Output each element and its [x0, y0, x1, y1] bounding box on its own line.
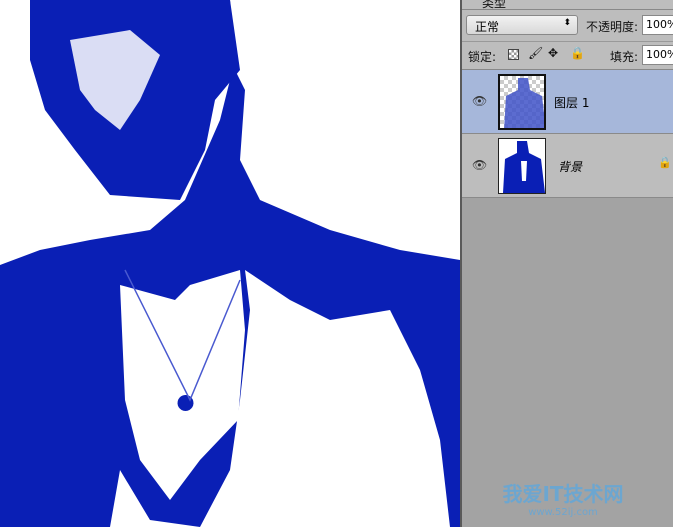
- layer-row-background[interactable]: 👁 背景 🔒: [462, 134, 673, 198]
- blend-mode-value: 正常: [475, 20, 500, 34]
- blend-row: 正常 ⬍ 不透明度: 100%: [462, 10, 673, 42]
- opacity-label: 不透明度:: [586, 20, 639, 34]
- canvas-image: [0, 0, 460, 527]
- layer-thumbnail: [498, 74, 546, 130]
- fill-label: 填充:: [610, 50, 639, 64]
- layer-row-layer1[interactable]: 👁 图层 1: [462, 70, 673, 134]
- layer-name[interactable]: 背景: [558, 158, 582, 175]
- opacity-input[interactable]: 100%: [642, 15, 673, 35]
- lock-icon: 🔒: [658, 156, 672, 169]
- eye-icon[interactable]: 👁: [472, 158, 487, 172]
- watermark-title: 我爱IT技术网: [502, 482, 624, 506]
- lock-label: 锁定:: [468, 50, 497, 64]
- blend-mode-select[interactable]: 正常 ⬍: [466, 15, 578, 35]
- updown-icon: ⬍: [563, 18, 571, 28]
- lock-all-icon[interactable]: 🔒: [570, 46, 585, 60]
- lock-move-icon[interactable]: ✥: [548, 46, 558, 60]
- layer-thumbnail: [498, 138, 546, 194]
- layer-name[interactable]: 图层 1: [554, 94, 589, 111]
- layers-panel: 类型 正常 ⬍ 不透明度: 100% 锁定: 🖌 ✥ 🔒 填充: 100% 👁 图…: [460, 0, 673, 527]
- eye-icon[interactable]: 👁: [472, 94, 487, 108]
- lock-transparent-icon[interactable]: [508, 49, 519, 60]
- lock-row: 锁定: 🖌 ✥ 🔒 填充: 100%: [462, 42, 673, 70]
- fill-input[interactable]: 100%: [642, 45, 673, 65]
- filter-row: 类型: [462, 0, 673, 10]
- watermark: 我爱IT技术网 www.52ij.com: [458, 450, 668, 520]
- document-canvas[interactable]: [0, 0, 460, 527]
- watermark-url: www.52ij.com: [528, 507, 598, 518]
- lock-brush-icon[interactable]: 🖌: [528, 46, 543, 60]
